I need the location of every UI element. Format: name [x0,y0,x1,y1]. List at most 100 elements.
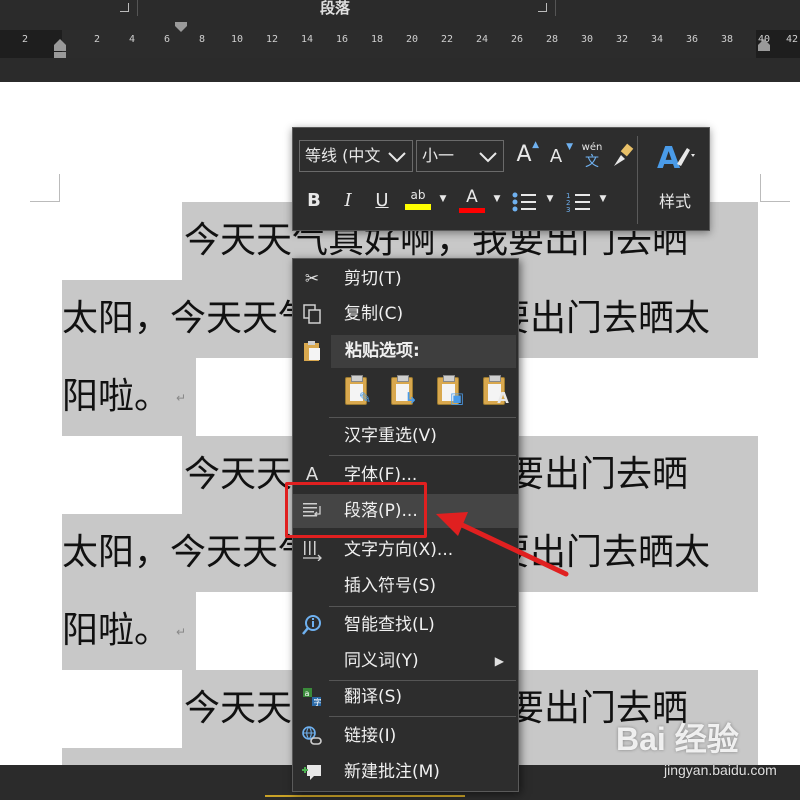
menu-item-label: 复制(C) [344,304,404,324]
format-painter-icon[interactable] [611,142,635,170]
menu-item-label: 插入符号(S) [344,576,437,596]
copy-icon [301,303,323,325]
chevron-down-icon[interactable]: ▼ [491,194,503,208]
underline-button[interactable]: U [371,190,393,216]
font-dialog-launcher-icon[interactable] [120,3,129,12]
svg-text:A: A [657,141,681,176]
ruler-tick: 20 [405,34,419,45]
menu-item-label: 智能查找(L) [344,615,435,635]
menu-item-reconvert[interactable]: 汉字重选(V) [293,419,518,453]
ruler-tick: 22 [440,34,454,45]
phonetic-char: 文 [585,154,599,170]
chevron-down-icon[interactable]: ▼ [597,194,609,208]
svg-text:字: 字 [314,697,322,707]
paragraph-mark-icon: ↵ [176,391,187,405]
ruler-tick: 2 [21,34,29,45]
bullets-icon[interactable] [511,188,537,216]
arrow-down-icon: ▼ [566,142,573,152]
underline-glyph: U [375,190,389,211]
bold-button[interactable]: B [303,190,325,216]
ribbon-divider [555,0,556,16]
menu-item-smart-lookup[interactable]: 智能查找(L) [293,608,518,642]
document-line: 阳啦。 ↵ [62,592,196,670]
font-color-button[interactable]: A [459,186,485,216]
chevron-down-icon[interactable] [386,141,408,171]
margin-corner-mark [30,174,60,202]
ruler-tick: 28 [545,34,559,45]
text-highlight-button[interactable]: ab [405,186,431,216]
merge-formatting-icon[interactable]: ↳ [387,375,419,409]
chevron-down-icon[interactable]: ▼ [544,194,556,208]
left-indent-marker[interactable] [54,52,66,58]
font-name-combobox[interactable]: 等线 (中文 [299,140,413,172]
numbering-icon[interactable]: 123 [565,188,591,216]
watermark: Bai 经验 jingyan.baidu.com [612,710,800,800]
menu-item-new-comment[interactable]: 新建批注(M) [293,755,518,789]
highlight-color-swatch [405,204,431,210]
ribbon-group-bar: 段落 [0,0,800,20]
styles-label: 样式 [658,192,691,211]
chevron-down-icon[interactable]: ▼ [437,194,449,208]
menu-item-label: 翻译(S) [344,687,403,707]
watermark-logo: Bai 经验 [616,721,739,757]
menu-item-translate[interactable]: a字 翻译(S) [293,680,518,714]
svg-text:a: a [305,689,310,698]
smart-lookup-icon [301,614,323,636]
menu-item-copy[interactable]: 复制(C) [293,297,518,331]
menu-item-insert-symbol[interactable]: 插入符号(S) [293,569,518,603]
text-direction-icon [301,539,323,562]
grow-font-button[interactable]: A ▲ [511,140,539,170]
styles-icon: A [657,141,695,176]
menu-item-label: 同义词(Y) [344,651,419,671]
paragraph-group-label: 段落 [319,0,350,17]
new-comment-icon [301,761,323,783]
arrow-up-icon: ▲ [532,140,539,150]
phonetic-pinyin: wén [581,142,603,153]
menu-item-synonyms[interactable]: 同义词(Y) ▶ [293,644,518,678]
scissors-icon: ✂ [304,269,320,289]
menu-item-link[interactable]: 链接(I) [293,719,518,753]
chevron-down-icon[interactable] [477,141,499,171]
italic-button[interactable]: I [337,190,359,216]
paste-options-header: 粘贴选项: [331,335,516,368]
highlight-box [285,482,427,538]
paste-icon [301,340,323,362]
translate-icon: a字 [301,686,323,708]
bold-glyph: B [307,190,321,211]
ruler-tick: 26 [510,34,524,45]
menu-item-text-direction[interactable]: 文字方向(X)... [293,533,518,567]
keep-text-only-icon[interactable]: A [479,375,511,409]
phonetic-guide-button[interactable]: wén 文 [579,142,605,172]
highlight-glyph: ab [410,188,426,202]
menu-item-label: 汉字重选(V) [344,426,437,446]
ruler-tick: 14 [300,34,314,45]
link-icon [301,725,323,747]
ruler-tick: 4 [128,34,136,45]
ruler-tick: 38 [720,34,734,45]
styles-button[interactable]: A 样式 [651,138,699,224]
menu-item-label: 链接(I) [344,726,397,746]
keep-source-formatting-icon[interactable]: ✎ [341,375,373,409]
picture-icon[interactable]: ▣ [433,375,465,409]
line-text: 阳啦。 [62,376,171,417]
ruler-tick: 30 [580,34,594,45]
paragraph-dialog-launcher-icon[interactable] [538,3,547,12]
shrink-font-button[interactable]: A ▼ [545,142,573,170]
watermark-url: jingyan.baidu.com [664,762,777,778]
ruler-tick: 2 [93,34,101,45]
menu-item-cut[interactable]: ✂ 剪切(T) [293,262,518,296]
line-text: 阳啦。 [62,610,171,651]
horizontal-ruler[interactable]: 2 2 4 6 8 10 12 14 16 18 20 22 24 26 28 … [0,30,800,58]
ruler-tick: 32 [615,34,629,45]
ruler-tick: 12 [265,34,279,45]
ruler-tick: 6 [163,34,171,45]
font-name-value: 等线 (中文 [305,146,381,165]
ruler-tick: 18 [370,34,384,45]
menu-divider [329,606,516,607]
font-size-combobox[interactable]: 小一 [416,140,504,172]
font-size-value: 小一 [422,146,455,165]
italic-glyph: I [344,190,352,211]
ribbon-divider [137,0,138,16]
ruler-tick: 24 [475,34,489,45]
grow-font-glyph: A [516,142,532,167]
